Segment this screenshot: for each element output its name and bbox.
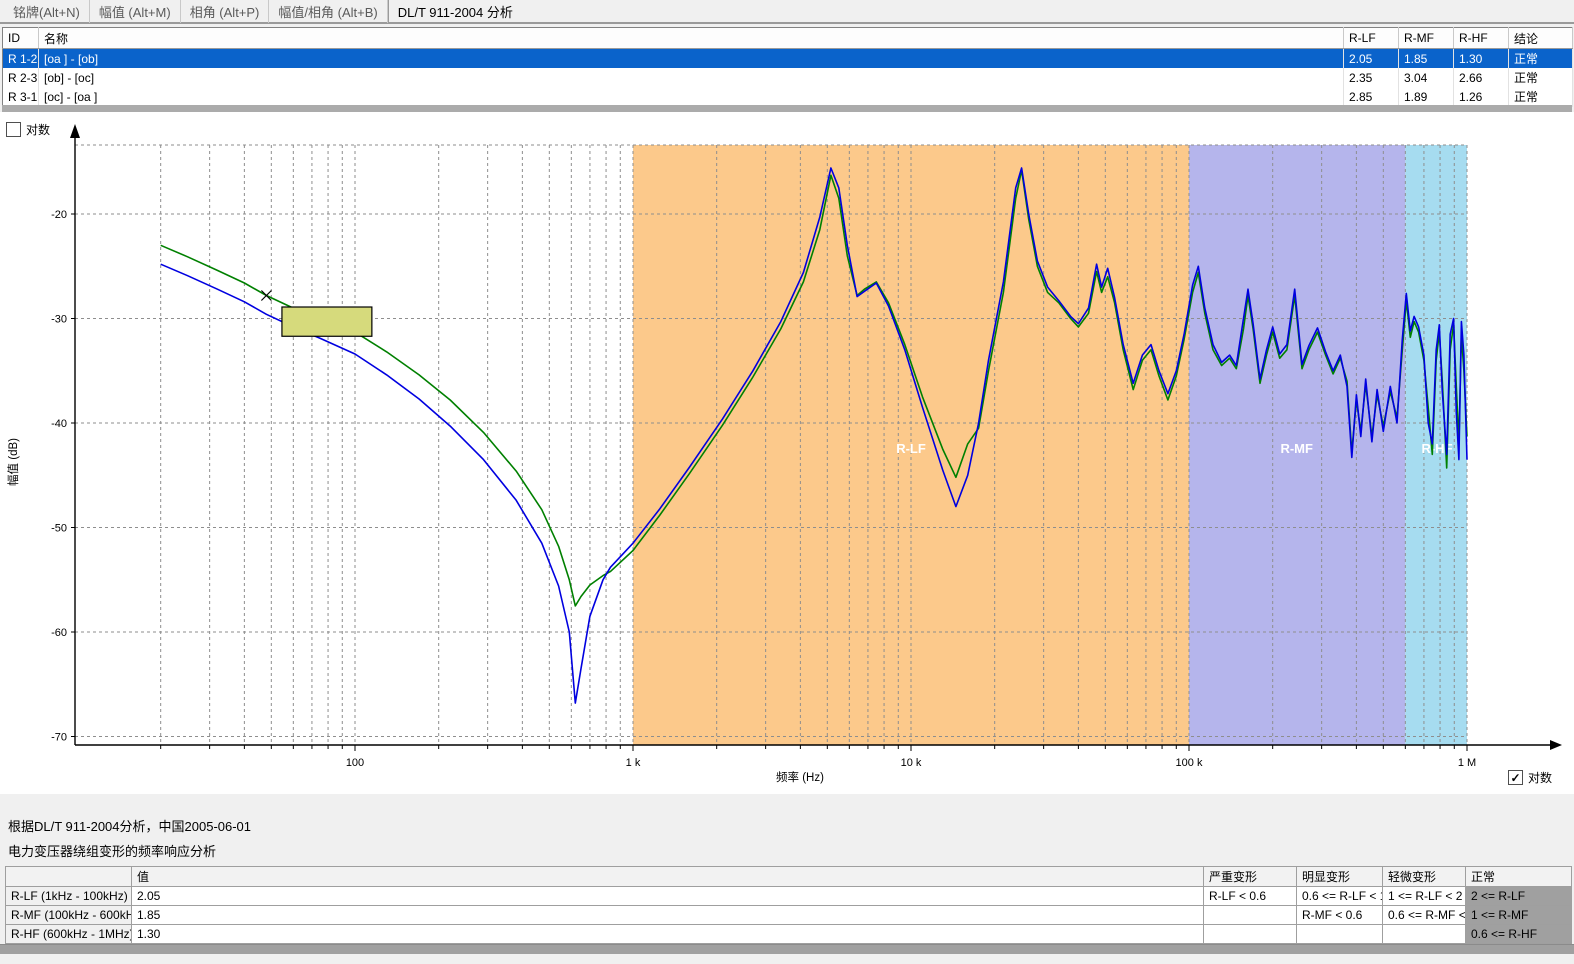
criteria-table-header: 值严重变形明显变形轻微变形正常 (6, 867, 1572, 887)
cell-rlf: 2.85 (1344, 87, 1399, 107)
cell-rmf: 1.89 (1399, 87, 1454, 107)
cell-rhf: 2.66 (1454, 68, 1509, 87)
cell-value: 1.85 (132, 906, 1204, 925)
cell-name: [oc] - [oa ] (39, 87, 1344, 107)
cell-conclusion: 正常 (1509, 49, 1573, 69)
tab-nameplate[interactable]: 铭牌(Alt+N) (4, 0, 90, 23)
x-tick-label: 1 M (1458, 757, 1476, 769)
cell-normal: 0.6 <= R-HF (1466, 925, 1572, 944)
criteria-column-header: 严重变形 (1204, 867, 1297, 887)
y-tick-label: -20 (51, 209, 67, 221)
cell-parameter: R-MF (100kHz - 600kHz) (6, 906, 132, 925)
column-header[interactable]: 名称 (39, 28, 1344, 49)
table-row[interactable]: R 3-1[oc] - [oa ]2.851.891.26正常 (3, 87, 1573, 107)
x-tick-label: 10 k (901, 757, 922, 769)
x-tick-label: 100 (346, 757, 364, 769)
tab-dlt-911-2004-analysis[interactable]: DL/T 911-2004 分析 (388, 0, 522, 23)
column-header[interactable]: R-HF (1454, 28, 1509, 49)
region-label-rlf: R-LF (896, 441, 926, 456)
column-header[interactable]: R-MF (1399, 28, 1454, 49)
criteria-row: R-LF (1kHz - 100kHz)2.05R-LF < 0.60.6 <=… (6, 887, 1572, 906)
cell-normal: 1 <= R-MF (1466, 906, 1572, 925)
cell-slight: 1 <= R-LF < 2 (1383, 887, 1466, 906)
fra-chart-panel: 对数 -20-30-40-50-60-70R-LFR-MFR-HF1001 k1… (0, 112, 1574, 794)
cell-normal: 2 <= R-LF (1466, 887, 1572, 906)
criteria-table: 值严重变形明显变形轻微变形正常 R-LF (1kHz - 100kHz)2.05… (5, 866, 1572, 944)
column-header[interactable]: ID (3, 28, 39, 49)
y-tick-label: -40 (51, 418, 67, 430)
cell-rlf: 2.35 (1344, 68, 1399, 87)
criteria-column-header: 值 (132, 867, 1204, 887)
cell-id: R 2-3 (3, 68, 39, 87)
table-row[interactable]: R 2-3[ob] - [oc]2.353.042.66正常 (3, 68, 1573, 87)
cell-parameter: R-LF (1kHz - 100kHz) (6, 887, 132, 906)
tab-magnitude[interactable]: 幅值 (Alt+M) (90, 0, 181, 23)
y-axis-arrow-icon (70, 124, 80, 138)
criteria-row: R-HF (600kHz - 1MHz)1.30 0.6 <= R-HF (6, 925, 1572, 944)
log-scale-checkbox-bottom[interactable]: ✓ 对数 (1508, 769, 1552, 786)
criteria-column-header (6, 867, 132, 887)
cell-parameter: R-HF (600kHz - 1MHz) (6, 925, 132, 944)
analysis-standard-note: 根据DL/T 911-2004分析，中国2005-06-01 (8, 816, 251, 835)
cell-obvious (1297, 925, 1383, 944)
cell-id: R 3-1 (3, 87, 39, 107)
cell-obvious: 0.6 <= R-LF < 1 (1297, 887, 1383, 906)
cell-name: [ob] - [oc] (39, 68, 1344, 87)
x-tick-label: 1 k (626, 757, 641, 769)
checkbox-box-icon[interactable]: ✓ (1508, 770, 1523, 785)
log-checkbox-label: 对数 (1528, 769, 1552, 786)
cell-slight (1383, 925, 1466, 944)
column-header[interactable]: 结论 (1509, 28, 1573, 49)
cell-rhf: 1.30 (1454, 49, 1509, 69)
tab-bar: 铭牌(Alt+N)幅值 (Alt+M)相角 (Alt+P)幅值/相角 (Alt+… (0, 0, 1574, 24)
cell-rlf: 2.05 (1344, 49, 1399, 69)
fra-chart[interactable]: -20-30-40-50-60-70R-LFR-MFR-HF1001 k10 k… (0, 112, 1574, 794)
tab-phase[interactable]: 相角 (Alt+P) (181, 0, 270, 23)
cell-id: R 1-2 (3, 49, 39, 69)
x-tick-label: 100 k (1176, 757, 1203, 769)
y-tick-label: -70 (51, 732, 67, 744)
x-axis-arrow-icon (1550, 740, 1562, 750)
cell-conclusion: 正常 (1509, 87, 1573, 107)
results-table-header: ID名称R-LFR-MFR-HF结论 (3, 28, 1573, 49)
criteria-column-header: 轻微变形 (1383, 867, 1466, 887)
x-axis-title: 频率 (Hz) (776, 770, 824, 784)
cell-name: [oa ] - [ob] (39, 49, 1344, 69)
cell-conclusion: 正常 (1509, 68, 1573, 87)
y-tick-label: -30 (51, 314, 67, 326)
criteria-row: R-MF (100kHz - 600kHz)1.85 R-MF < 0.60.6 … (6, 906, 1572, 925)
cell-rhf: 1.26 (1454, 87, 1509, 107)
criteria-column-header: 明显变形 (1297, 867, 1383, 887)
y-axis-title: 幅值 (dB) (7, 438, 20, 486)
y-tick-label: -50 (51, 523, 67, 535)
analysis-title-note: 电力变压器绕组变形的频率响应分析 (8, 841, 216, 860)
cell-value: 1.30 (132, 925, 1204, 944)
cursor-tooltip (282, 307, 372, 336)
region-label-rmf: R-MF (1280, 441, 1313, 456)
y-tick-label: -60 (51, 627, 67, 639)
cell-severe: R-LF < 0.6 (1204, 887, 1297, 906)
table-row[interactable]: R 1-2[oa ] - [ob]2.051.851.30正常 (3, 49, 1573, 69)
cell-slight: 0.6 <= R-MF < 1 (1383, 906, 1466, 925)
cell-severe (1204, 906, 1297, 925)
cell-rmf: 1.85 (1399, 49, 1454, 69)
winding-results-table: ID名称R-LFR-MFR-HF结论 R 1-2[oa ] - [ob]2.05… (2, 27, 1573, 107)
cell-rmf: 3.04 (1399, 68, 1454, 87)
tab-magnitude-phase[interactable]: 幅值/相角 (Alt+B) (269, 0, 387, 23)
bottom-scrollbar-track[interactable] (0, 944, 1574, 954)
cell-obvious: R-MF < 0.6 (1297, 906, 1383, 925)
criteria-column-header: 正常 (1466, 867, 1572, 887)
column-header[interactable]: R-LF (1344, 28, 1399, 49)
cell-value: 2.05 (132, 887, 1204, 906)
cell-severe (1204, 925, 1297, 944)
table-bottom-strip (2, 105, 1572, 112)
